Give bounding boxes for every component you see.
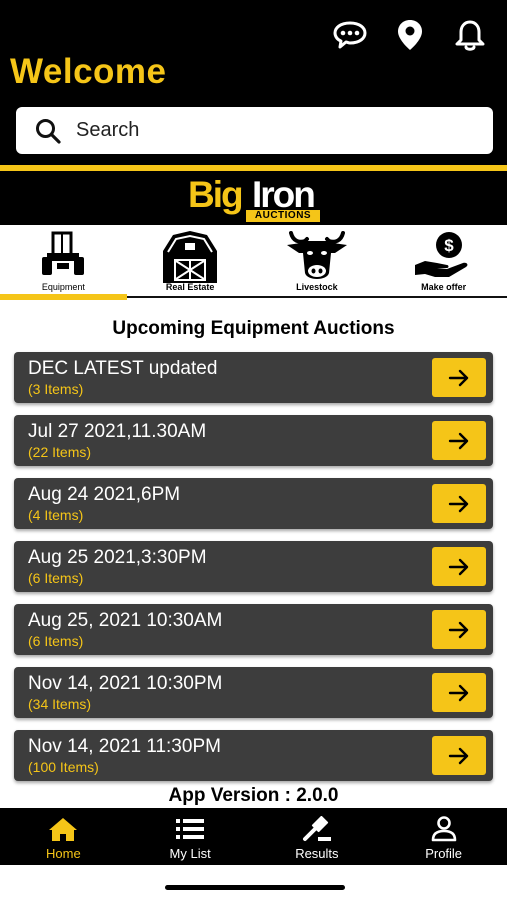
auction-name: Nov 14, 2021 10:30PM bbox=[28, 673, 223, 694]
open-auction-button[interactable] bbox=[432, 610, 486, 649]
open-auction-button[interactable] bbox=[432, 547, 486, 586]
auction-name: Aug 25, 2021 10:30AM bbox=[28, 610, 223, 631]
welcome-title: Welcome bbox=[10, 52, 167, 91]
category-label: Livestock bbox=[296, 282, 338, 292]
auction-item[interactable]: Nov 14, 2021 11:30PM (100 Items) bbox=[14, 730, 493, 781]
tab-label: Results bbox=[295, 846, 339, 861]
barn-icon bbox=[163, 231, 218, 283]
brand-bar: Big Iron AUCTIONS bbox=[0, 171, 507, 225]
auction-item[interactable]: Aug 25, 2021 10:30AM (6 Items) bbox=[14, 604, 493, 655]
tab-results[interactable]: Results bbox=[254, 808, 381, 865]
tab-profile[interactable]: Profile bbox=[380, 808, 507, 865]
category-label: Make offer bbox=[421, 282, 467, 292]
svg-text:$: $ bbox=[444, 236, 454, 255]
auction-name: Aug 25 2021,3:30PM bbox=[28, 547, 207, 568]
open-auction-button[interactable] bbox=[432, 358, 486, 397]
app-version: App Version : 2.0.0 bbox=[168, 785, 339, 806]
bigiron-logo: Big Iron AUCTIONS bbox=[188, 174, 328, 222]
auction-item[interactable]: Jul 27 2021,11.30AM (22 Items) bbox=[14, 415, 493, 466]
arrow-right-icon bbox=[448, 684, 469, 701]
category-livestock[interactable]: Livestock bbox=[254, 225, 381, 300]
bottom-tab-bar: Home My List Results Profile bbox=[0, 808, 507, 865]
arrow-right-icon bbox=[448, 432, 469, 449]
tab-label: Home bbox=[46, 846, 81, 861]
header-icons bbox=[331, 16, 489, 54]
arrow-right-icon bbox=[448, 621, 469, 638]
section-title: Upcoming Equipment Auctions bbox=[112, 318, 395, 339]
home-icon bbox=[49, 818, 78, 841]
active-category-indicator bbox=[0, 294, 127, 300]
home-indicator-area bbox=[0, 865, 507, 900]
gavel-icon bbox=[302, 816, 331, 841]
tab-home[interactable]: Home bbox=[0, 808, 127, 865]
category-label: Real Estate bbox=[165, 282, 215, 292]
open-auction-button[interactable] bbox=[432, 736, 486, 775]
arrow-right-icon bbox=[448, 747, 469, 764]
auction-name: Jul 27 2021,11.30AM bbox=[28, 421, 207, 442]
auction-name: DEC LATEST updated bbox=[28, 358, 218, 379]
auction-count: (6 Items) bbox=[28, 633, 84, 649]
category-make-offer[interactable]: $ Make offer bbox=[380, 225, 507, 300]
list-icon bbox=[176, 819, 205, 839]
search-bar-area bbox=[0, 101, 507, 165]
auction-list: DEC LATEST updated (3 Items) Jul 27 2021… bbox=[14, 352, 493, 793]
category-real-estate[interactable]: Real Estate bbox=[127, 225, 254, 300]
chat-icon[interactable] bbox=[331, 16, 369, 54]
bell-icon[interactable] bbox=[451, 16, 489, 54]
tab-my-list[interactable]: My List bbox=[127, 808, 254, 865]
location-pin-icon[interactable] bbox=[391, 16, 429, 54]
category-baseline bbox=[127, 296, 507, 298]
search-box[interactable] bbox=[16, 107, 493, 154]
tab-label: Profile bbox=[425, 846, 463, 861]
auction-item[interactable]: DEC LATEST updated (3 Items) bbox=[14, 352, 493, 403]
profile-icon bbox=[431, 816, 456, 842]
auction-count: (100 Items) bbox=[28, 759, 99, 775]
tractor-icon bbox=[42, 231, 85, 275]
auction-name: Aug 24 2021,6PM bbox=[28, 484, 181, 505]
auction-count: (34 Items) bbox=[28, 696, 92, 712]
category-equipment[interactable]: Equipment bbox=[0, 225, 127, 300]
auction-count: (3 Items) bbox=[28, 381, 84, 397]
auction-item[interactable]: Aug 25 2021,3:30PM (6 Items) bbox=[14, 541, 493, 592]
arrow-right-icon bbox=[448, 495, 469, 512]
auction-count: (22 Items) bbox=[28, 444, 92, 460]
cow-icon bbox=[286, 231, 347, 279]
tab-label: My List bbox=[169, 846, 211, 861]
category-label: Equipment bbox=[41, 282, 85, 292]
open-auction-button[interactable] bbox=[432, 673, 486, 712]
arrow-right-icon bbox=[448, 558, 469, 575]
arrow-right-icon bbox=[448, 369, 469, 386]
search-icon bbox=[36, 118, 61, 144]
auction-count: (6 Items) bbox=[28, 570, 84, 586]
home-indicator[interactable] bbox=[165, 885, 345, 890]
search-input[interactable] bbox=[76, 119, 436, 142]
auction-item[interactable]: Aug 24 2021,6PM (4 Items) bbox=[14, 478, 493, 529]
top-bar: Welcome bbox=[0, 0, 507, 101]
open-auction-button[interactable] bbox=[432, 421, 486, 460]
open-auction-button[interactable] bbox=[432, 484, 486, 523]
auction-count: (4 Items) bbox=[28, 507, 84, 523]
offer-hand-icon: $ bbox=[414, 232, 468, 277]
auction-name: Nov 14, 2021 11:30PM bbox=[28, 736, 221, 757]
auction-item[interactable]: Nov 14, 2021 10:30PM (34 Items) bbox=[14, 667, 493, 718]
category-tabs: Equipment Real Estate Livestock $ Make o… bbox=[0, 225, 507, 300]
